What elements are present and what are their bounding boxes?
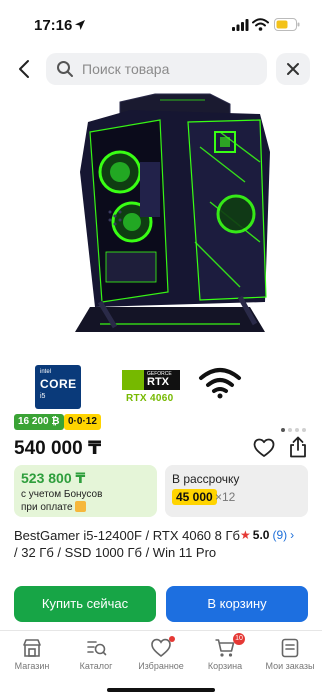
star-icon: ★ (240, 528, 251, 542)
nav-item-favorites[interactable]: Избранное (129, 636, 193, 671)
buy-now-button[interactable]: Купить сейчас (14, 586, 156, 622)
nav-item-shop[interactable]: Магазин (0, 637, 64, 671)
bonus-badge: 16 200 ₿ (14, 414, 64, 430)
cellular-signal-icon (232, 19, 249, 31)
clock: 17:16 (34, 17, 73, 34)
intel-core-logo: intel CORE i5 (35, 365, 81, 409)
product-price: 540 000 ₸ (14, 438, 102, 459)
product-title: BestGamer i5-12400F / RTX 4060 8 Гб / 32… (14, 528, 240, 560)
favorites-dot (169, 636, 175, 642)
nav-item-cart[interactable]: 10 Корзина (193, 633, 257, 671)
location-arrow-icon (75, 20, 85, 30)
nav-item-catalog[interactable]: Каталог (64, 637, 128, 671)
share-icon[interactable] (288, 436, 308, 458)
gallery-dot (288, 428, 292, 432)
product-image[interactable] (60, 92, 280, 342)
bonus-caption-2: при оплате (21, 502, 73, 514)
cart-count-badge: 10 (233, 633, 245, 645)
gpu-model-label: RTX 4060 (126, 393, 174, 404)
status-bar: 17:16 (0, 0, 322, 50)
search-header (0, 50, 322, 90)
rating-value: 5.0 (252, 528, 270, 542)
installment-card[interactable]: В рассрочку 45 000 ×12 (165, 465, 308, 517)
favorite-heart-icon[interactable] (253, 438, 275, 458)
bonus-price-card[interactable]: 523 800 ₸ с учетом Бонусов при оплате (14, 465, 157, 517)
search-input[interactable] (82, 59, 257, 79)
close-button[interactable] (276, 53, 310, 85)
shop-icon (23, 639, 41, 657)
search-icon (57, 61, 73, 77)
spec-logos: intel CORE i5 GEFORCE RTX RTX 4060 (0, 360, 322, 410)
back-icon[interactable] (14, 58, 36, 80)
gallery-dot (295, 428, 299, 432)
rating-link[interactable]: ★ 5.0 (9) › (240, 528, 294, 542)
chevron-right-icon: › (290, 528, 295, 542)
catalog-icon (87, 641, 107, 656)
search-bar[interactable] (46, 53, 267, 85)
wifi-status-icon (252, 18, 269, 31)
installment-amount: 45 000 (172, 489, 217, 505)
reviews-count: (9) (272, 528, 288, 542)
close-icon (287, 63, 299, 75)
installment-badge: 0·0·12 (64, 414, 101, 430)
gallery-dot (281, 428, 285, 432)
kaspi-coin-icon (74, 501, 86, 512)
installment-title: В рассрочку (172, 472, 240, 486)
wifi-feature-icon (199, 368, 241, 399)
nvidia-rtx-logo: GEFORCE RTX (122, 370, 180, 394)
nav-item-orders[interactable]: Мои заказы (258, 637, 322, 671)
gallery-dot (302, 428, 306, 432)
nvidia-eye-icon (122, 370, 146, 390)
home-indicator[interactable] (107, 688, 215, 692)
bonus-caption-1: с учетом Бонусов (21, 489, 103, 500)
orders-icon (281, 638, 299, 658)
add-to-cart-button[interactable]: В корзину (166, 586, 308, 622)
bonus-price: 523 800 ₸ (21, 470, 86, 486)
battery-icon (274, 18, 300, 31)
installment-months: ×12 (215, 490, 236, 504)
gallery-indicator (281, 419, 309, 437)
